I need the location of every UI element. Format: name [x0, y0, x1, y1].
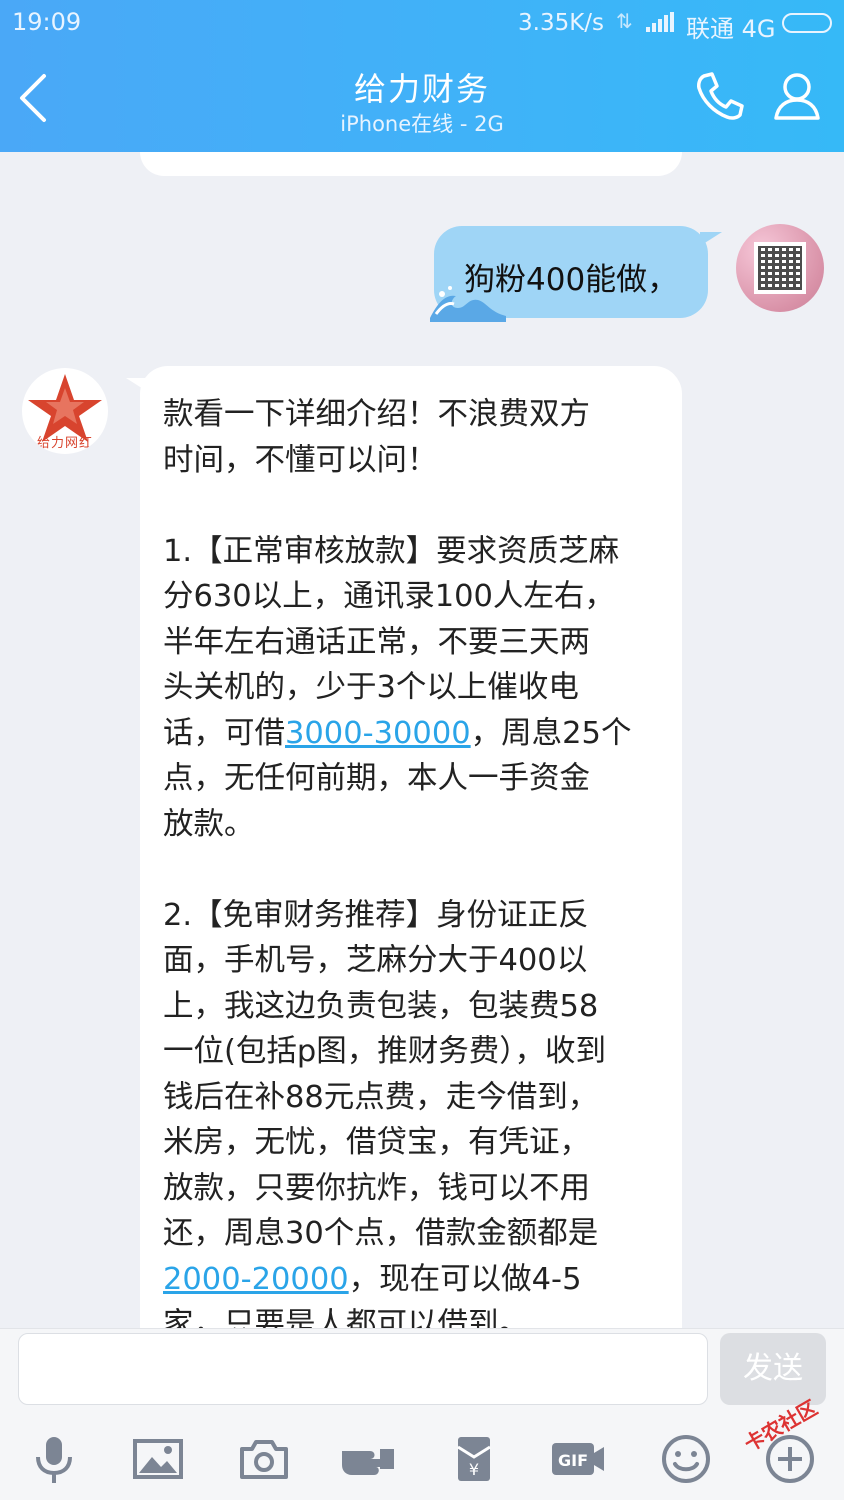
message-line: 放款，只要你抗炸，钱可以不用: [163, 1170, 590, 1206]
chat-header: 19:09 3.35K/s ⇅ 联通 4G 给力财务 iPhone在线 - 2G: [0, 0, 844, 152]
qr-code-icon: [754, 242, 806, 294]
message-line: 2.【免审财务推荐】身份证正反: [163, 897, 589, 933]
message-line: 1.【正常审核放款】要求资质芝麻: [163, 533, 620, 569]
amount-link[interactable]: 3000-30000: [285, 716, 471, 751]
emoji-icon[interactable]: [658, 1431, 714, 1487]
status-time: 19:09: [12, 8, 82, 36]
message-line: 头关机的，少于3个以上催收电: [163, 670, 579, 705]
message-line: 点，无任何前期，本人一手资金: [163, 761, 590, 796]
my-avatar[interactable]: [736, 224, 824, 312]
amount-link[interactable]: 2000-20000: [163, 1262, 349, 1297]
image-icon[interactable]: [130, 1431, 186, 1487]
message-line: 分630以上，通讯录100人左右，: [163, 579, 615, 614]
send-button[interactable]: 发送: [720, 1333, 826, 1405]
received-message-bubble[interactable]: 款看一下详细介绍！不浪费双方 时间，不懂可以问！ 1.【正常审核放款】要求资质芝…: [140, 366, 682, 1328]
battery-icon: [782, 13, 832, 33]
wave-decoration-icon: [430, 286, 506, 322]
message-line: 放款。: [163, 806, 255, 842]
gif-icon[interactable]: GIF: [550, 1431, 606, 1487]
message-line: 面，手机号，芝麻分大于400以: [163, 943, 588, 978]
message-line: 上，我这边负责包装，包装费58: [163, 988, 599, 1024]
message-line: 钱后在补88元点费，走今借到，: [163, 1079, 599, 1115]
svg-text:GIF: GIF: [558, 1451, 588, 1470]
message-text: ，现在可以做4-5: [348, 1261, 582, 1297]
signal-icon: [646, 12, 674, 32]
wallet-icon[interactable]: ¥: [446, 1431, 502, 1487]
message-text: ，周息25个: [470, 715, 632, 751]
camera-icon[interactable]: [236, 1431, 292, 1487]
red-packet-hand-icon[interactable]: [340, 1431, 396, 1487]
contact-avatar[interactable]: 给力网红: [22, 368, 108, 454]
message-line: 还，周息30个点，借款金额都是: [163, 1216, 599, 1251]
message-line: 款看一下详细介绍！不浪费双方: [163, 397, 590, 432]
previous-message-bubble: [140, 152, 682, 176]
message-line: 2000-20000，现在可以做4-5: [163, 1257, 662, 1303]
sent-bubble-tail: [700, 232, 722, 246]
input-toolbar: ¥ GIF: [0, 1425, 844, 1495]
phone-call-button[interactable]: [694, 70, 746, 122]
message-input[interactable]: [18, 1333, 708, 1405]
avatar-logo-label: 给力网红: [36, 436, 93, 451]
message-text: 话，可借: [163, 715, 285, 751]
message-line: 家，只要是人都可以借到。: [163, 1307, 529, 1328]
message-line: 半年左右通话正常，不要三天两: [163, 624, 590, 660]
svg-text:¥: ¥: [469, 1460, 479, 1479]
message-line: 一位(包括p图，推财务费），收到: [163, 1034, 607, 1069]
message-line: 米房，无忧，借贷宝，有凭证，: [163, 1125, 590, 1160]
message-line: 话，可借3000-30000，周息25个: [163, 711, 662, 757]
chat-area[interactable]: 狗粉400能做， 给力网红 款看一下详细介绍！不浪费双方 时间，不懂可以问！ 1…: [0, 152, 844, 1328]
input-area: 发送 ¥ GIF: [0, 1328, 844, 1500]
microphone-icon[interactable]: [26, 1431, 82, 1487]
status-bar: 19:09 3.35K/s ⇅ 联通 4G: [0, 0, 844, 46]
carrier-label: 联通 4G: [686, 15, 776, 43]
message-line: 时间，不懂可以问！: [163, 442, 438, 478]
network-speed: 3.35K/s: [518, 10, 605, 36]
data-transfer-icon: ⇅: [616, 9, 633, 33]
profile-button[interactable]: [772, 70, 822, 122]
